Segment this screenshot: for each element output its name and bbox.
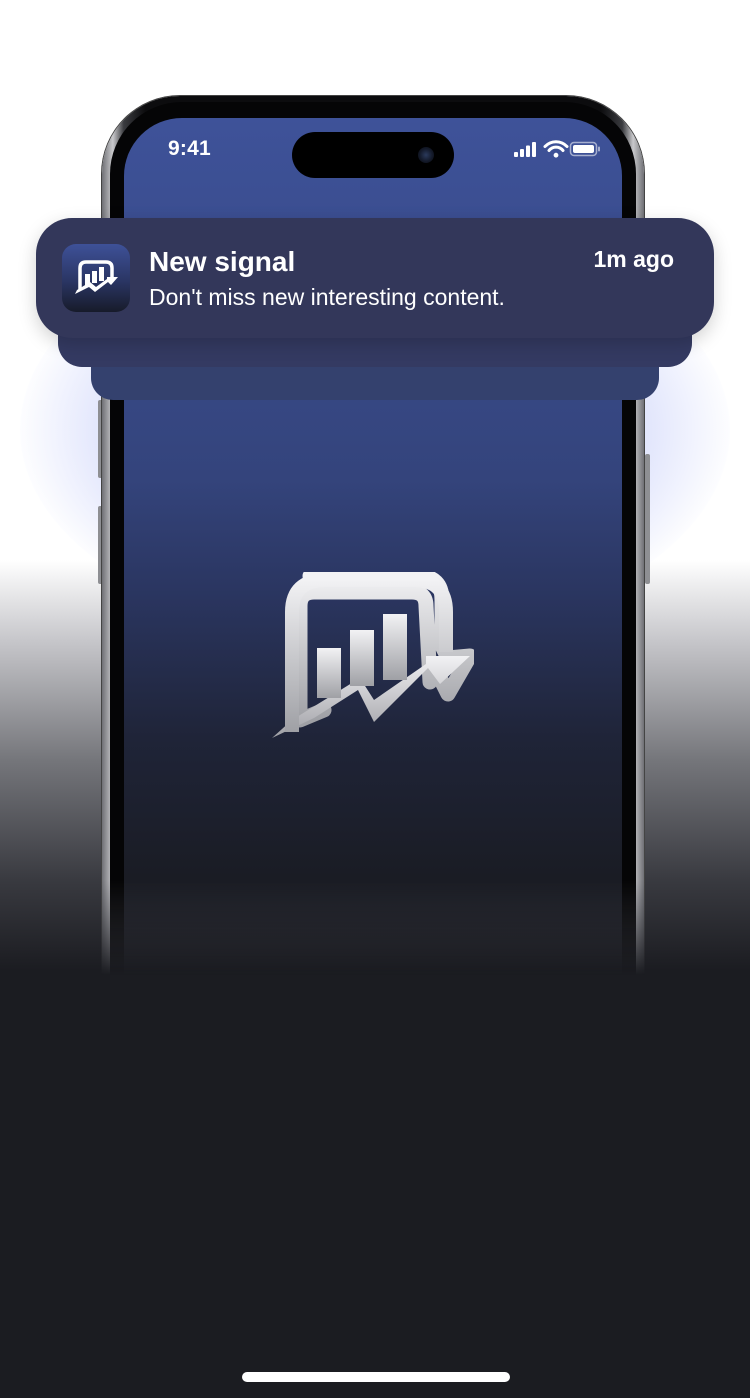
notification-body: Don't miss new interesting content.: [149, 284, 505, 310]
notification-time: 1m ago: [593, 246, 674, 272]
power-button: [645, 454, 650, 584]
camera-icon: [418, 147, 434, 163]
wifi-icon: [543, 140, 569, 158]
status-icons: [514, 140, 600, 158]
dynamic-island: [292, 132, 454, 178]
cellular-signal-icon: [514, 142, 536, 157]
push-notification[interactable]: New signal 1m ago Don't miss new interes…: [36, 218, 714, 338]
chart-chat-logo-icon: [75, 260, 118, 294]
home-indicator[interactable]: [242, 1372, 510, 1382]
app-icon: [62, 244, 130, 312]
battery-icon: [569, 141, 600, 157]
chart-chat-logo-icon: [272, 572, 474, 738]
notification-title: New signal: [149, 246, 296, 277]
phone-mockup: 9:41 New signal 1m ago Don't miss new in…: [0, 0, 750, 1398]
status-time: 9:41: [168, 137, 211, 160]
